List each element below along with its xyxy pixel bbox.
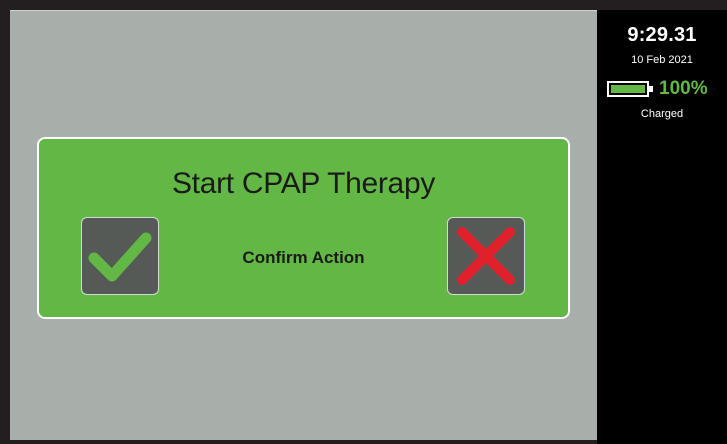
x-icon [457, 227, 515, 285]
dialog-title: Start CPAP Therapy [171, 167, 436, 200]
clock-time: 9:29.31 [627, 24, 697, 46]
status-panel: 9:29.31 10 Feb 2021 100% Charged [597, 10, 727, 444]
battery-status-label: Charged [640, 108, 684, 120]
battery-indicator: 100% [607, 78, 725, 100]
battery-percent: 100% [659, 78, 708, 99]
battery-tip-icon [649, 86, 653, 92]
clock-date: 10 Feb 2021 [631, 54, 693, 66]
device-screen: Start CPAP Therapy Confirm Action 9:29.3… [0, 0, 727, 444]
main-display-area: Start CPAP Therapy Confirm Action [10, 10, 597, 440]
cancel-button[interactable] [447, 217, 525, 295]
battery-level-fill [611, 85, 645, 93]
battery-icon [607, 81, 649, 97]
confirm-dialog: Start CPAP Therapy Confirm Action [37, 137, 570, 319]
